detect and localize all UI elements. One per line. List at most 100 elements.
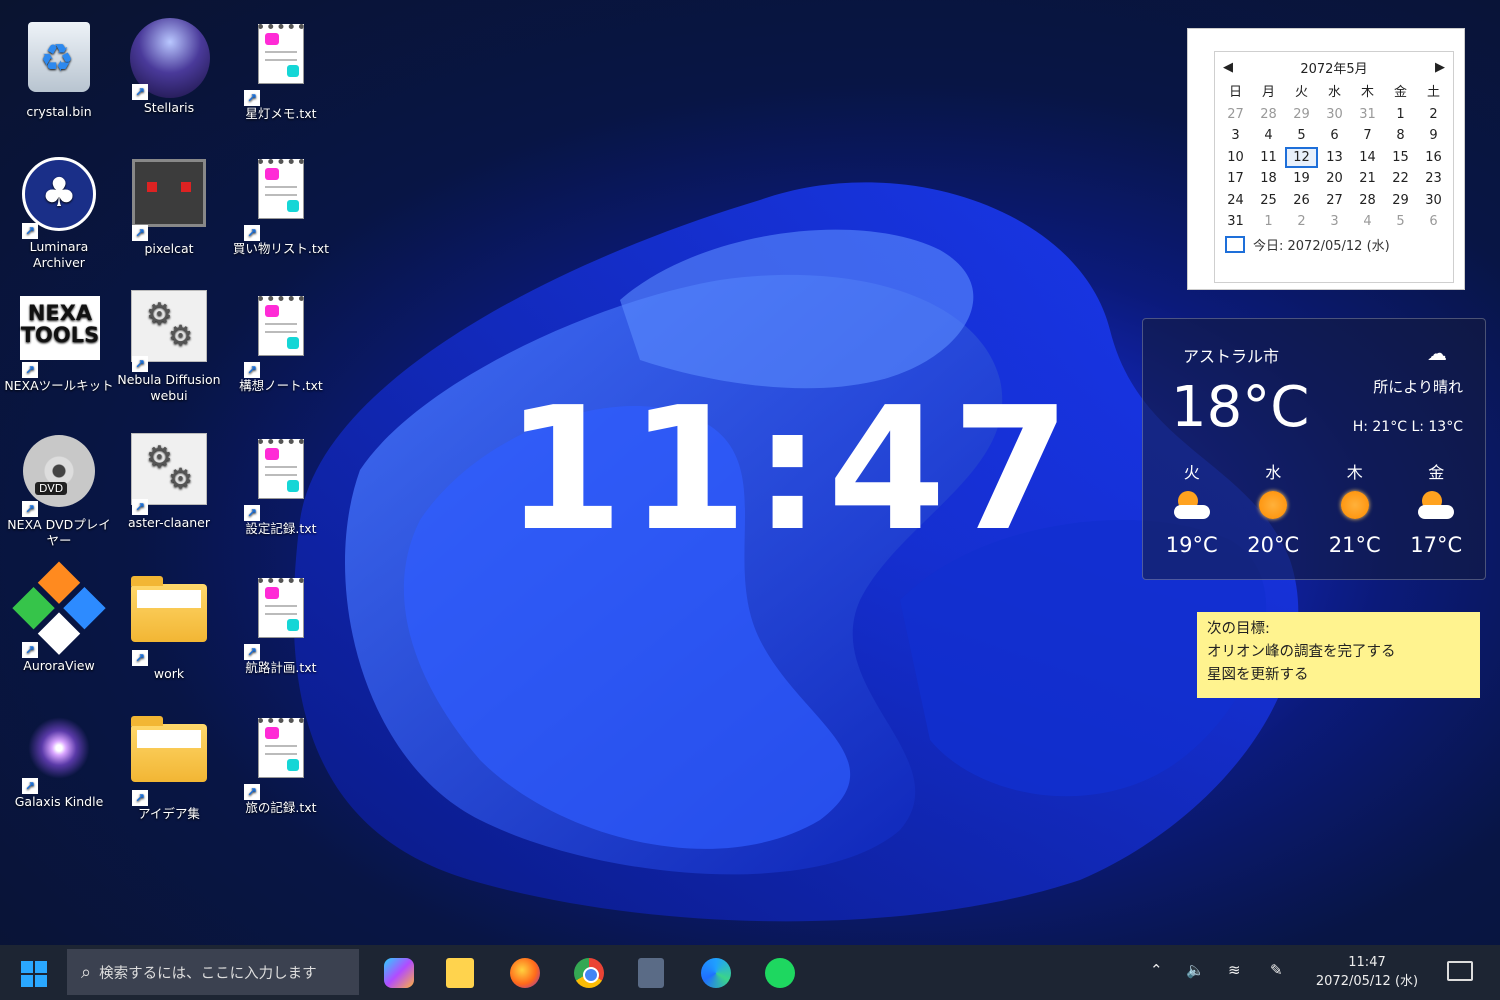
- calendar-day[interactable]: 25: [1252, 190, 1285, 212]
- chrome-icon[interactable]: [574, 958, 604, 988]
- text-file-icon: ↗: [242, 24, 320, 106]
- calendar-day[interactable]: 16: [1417, 147, 1450, 169]
- edge-icon[interactable]: [701, 958, 731, 988]
- calendar-day[interactable]: 23: [1417, 168, 1450, 190]
- prev-month-button[interactable]: ◀: [1223, 60, 1233, 75]
- calendar-day[interactable]: 24: [1219, 190, 1252, 212]
- desktop-icon[interactable]: DVD ↗ NEXA DVDプレイヤー: [3, 433, 115, 549]
- forecast-temp: 21°C: [1328, 533, 1381, 557]
- calendar-day[interactable]: 13: [1318, 147, 1351, 169]
- sticky-note[interactable]: 次の目標: オリオン峰の調査を完了する 星図を更新する: [1197, 612, 1480, 698]
- forecast-day-label: 木: [1346, 463, 1363, 482]
- calendar-day[interactable]: 5: [1384, 211, 1417, 233]
- sun-icon: [1320, 491, 1390, 527]
- calendar-day[interactable]: 4: [1351, 211, 1384, 233]
- desktop-icon[interactable]: ⚙ ⚙ ↗ Nebula Diffusion webui: [113, 290, 225, 404]
- desktop-icon-label: 旅の記録.txt: [245, 800, 317, 815]
- next-month-button[interactable]: ▶: [1435, 60, 1445, 75]
- desktop-icon[interactable]: crystal.bin: [3, 18, 115, 120]
- desktop-icon[interactable]: ♣ ↗ Luminara Archiver: [3, 153, 115, 271]
- calendar-day[interactable]: 31: [1351, 104, 1384, 126]
- shortcut-arrow-icon: ↗: [244, 225, 260, 241]
- calendar-day[interactable]: 29: [1384, 190, 1417, 212]
- desktop-icon[interactable]: ↗ 買い物リスト.txt: [225, 153, 337, 257]
- notification-icon[interactable]: [1447, 961, 1473, 981]
- desktop-icon[interactable]: NEXA TOOLS ↗ NEXAツールキット: [3, 290, 115, 394]
- calendar-weekday: 金: [1393, 85, 1407, 100]
- desktop-icon[interactable]: ↗ 構想ノート.txt: [225, 290, 337, 394]
- calendar-day[interactable]: 30: [1318, 104, 1351, 126]
- calculator-icon[interactable]: [638, 958, 664, 988]
- desktop-icon[interactable]: ↗ Stellaris: [113, 18, 225, 116]
- calendar-day[interactable]: 1: [1384, 104, 1417, 126]
- desktop-icon[interactable]: ↗ AuroraView: [3, 561, 115, 674]
- calendar-day[interactable]: 26: [1285, 190, 1318, 212]
- calendar-day[interactable]: 2: [1285, 211, 1318, 233]
- calendar-day[interactable]: 28: [1252, 104, 1285, 126]
- calendar-day[interactable]: 29: [1285, 104, 1318, 126]
- chevron-up-icon[interactable]: ⌃: [1150, 961, 1163, 979]
- calendar-day[interactable]: 4: [1252, 125, 1285, 147]
- galaxy-icon: ↗: [20, 712, 98, 794]
- calendar-day[interactable]: 10: [1219, 147, 1252, 169]
- calendar-day[interactable]: 6: [1318, 125, 1351, 147]
- search-box[interactable]: ⌕ 検索するには、ここに入力します: [67, 949, 359, 995]
- calendar-day[interactable]: 5: [1285, 125, 1318, 147]
- taskbar-clock[interactable]: 11:47 2072/05/12 (水): [1300, 953, 1434, 991]
- calendar-day[interactable]: 7: [1351, 125, 1384, 147]
- calendar-day[interactable]: 9: [1417, 125, 1450, 147]
- calendar-day[interactable]: 8: [1384, 125, 1417, 147]
- calendar-day[interactable]: 27: [1318, 190, 1351, 212]
- logo-text: DVD: [35, 482, 68, 495]
- desktop-icon[interactable]: ↗ 旅の記録.txt: [225, 712, 337, 816]
- desktop-icon[interactable]: ↗ 航路計画.txt: [225, 572, 337, 676]
- forecast-temp: 17°C: [1410, 533, 1463, 557]
- calendar-day[interactable]: 3: [1318, 211, 1351, 233]
- calendar-day[interactable]: 12: [1285, 146, 1318, 168]
- desktop-icon-label: pixelcat: [144, 241, 194, 256]
- desktop-icon[interactable]: ↗ pixelcat: [113, 153, 225, 257]
- firefox-icon[interactable]: [510, 958, 540, 988]
- text-file-icon: ↗: [242, 296, 320, 378]
- shortcut-arrow-icon: ↗: [132, 499, 148, 515]
- file-explorer-icon[interactable]: [446, 958, 474, 988]
- calendar-day[interactable]: 14: [1351, 147, 1384, 169]
- calendar-day[interactable]: 30: [1417, 190, 1450, 212]
- spotify-icon[interactable]: [765, 958, 795, 988]
- desktop-icon[interactable]: ↗ 設定記録.txt: [225, 433, 337, 537]
- calendar-day[interactable]: 17: [1219, 168, 1252, 190]
- calendar-day[interactable]: 31: [1219, 211, 1252, 233]
- shortcut-arrow-icon: ↗: [22, 223, 38, 239]
- desktop-icon[interactable]: ↗ 星灯メモ.txt: [225, 18, 337, 122]
- desktop-icon-label: Nebula Diffusion webui: [117, 372, 221, 403]
- desktop-icon[interactable]: ↗ work: [113, 572, 225, 682]
- desktop-icon[interactable]: ↗ Galaxis Kindle: [3, 712, 115, 810]
- calendar-day[interactable]: 1: [1252, 211, 1285, 233]
- calendar-day[interactable]: 27: [1219, 104, 1252, 126]
- shortcut-arrow-icon: ↗: [22, 778, 38, 794]
- speaker-icon[interactable]: 🔈: [1186, 961, 1205, 979]
- weather-widget[interactable]: アストラル市 18°C ☁ 所により晴れ H: 21°C L: 13°C 火 19…: [1142, 318, 1486, 580]
- logo-text: NEXA TOOLS: [20, 301, 100, 347]
- calendar-day[interactable]: 28: [1351, 190, 1384, 212]
- pen-icon[interactable]: ✎: [1270, 961, 1283, 979]
- taskbar: ⌕ 検索するには、ここに入力します ⌃ 🔈 ≋ ✎ 11:47 2072/05/…: [0, 945, 1500, 1000]
- calendar-today-row[interactable]: 今日: 2072/05/12 (水): [1225, 235, 1453, 254]
- start-button[interactable]: [21, 961, 47, 987]
- calendar-day[interactable]: 2: [1417, 104, 1450, 126]
- copilot-icon[interactable]: [384, 958, 414, 988]
- calendar-day[interactable]: 21: [1351, 168, 1384, 190]
- desktop-icon[interactable]: ↗ アイデア集: [113, 712, 225, 822]
- calendar-day[interactable]: 18: [1252, 168, 1285, 190]
- calendar-day[interactable]: 11: [1252, 147, 1285, 169]
- calendar-day[interactable]: 6: [1417, 211, 1450, 233]
- calendar-day[interactable]: 20: [1318, 168, 1351, 190]
- wifi-icon[interactable]: ≋: [1228, 961, 1241, 979]
- cloud-icon: ☁: [1427, 341, 1447, 365]
- calendar-day[interactable]: 3: [1219, 125, 1252, 147]
- desktop-icon[interactable]: ⚙ ⚙ ↗ aster-claaner: [113, 433, 225, 531]
- calendar-day[interactable]: 15: [1384, 147, 1417, 169]
- calendar-day[interactable]: 22: [1384, 168, 1417, 190]
- gears-icon: ⚙ ⚙ ↗: [130, 433, 208, 515]
- calendar-day[interactable]: 19: [1285, 168, 1318, 190]
